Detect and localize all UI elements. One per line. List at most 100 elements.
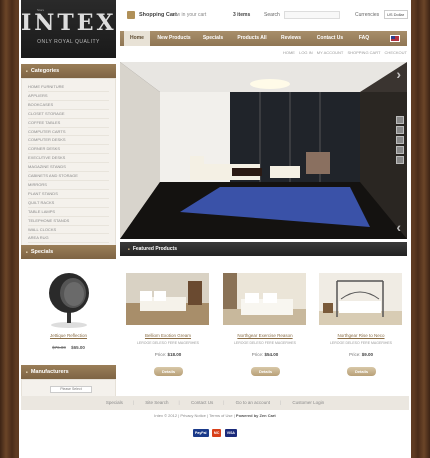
breadcrumb-cart[interactable]: SHOPPING CART	[347, 50, 380, 55]
product-image[interactable]	[126, 273, 209, 325]
category-link[interactable]: AREA RUG	[28, 234, 109, 244]
footer-link-account[interactable]: Go to an account	[236, 400, 270, 405]
category-link[interactable]: PLANT STANDS	[28, 190, 109, 199]
product-price: Price: $54.00	[217, 352, 313, 357]
paypal-icon: PayPal	[193, 429, 209, 437]
nav-products-all[interactable]: Products All	[232, 31, 272, 46]
nav-reviews[interactable]: Reviews	[276, 31, 306, 46]
footer-separator: |	[223, 400, 225, 405]
product-name[interactable]: Northgear Rise to Neco	[313, 333, 409, 338]
category-link[interactable]: CABINETS AND STORAGE	[28, 172, 109, 181]
page: Stors INTEX ONLY ROYAL QUALITY Shopping …	[19, 0, 411, 458]
special-product-price: $76.00 $65.00	[21, 345, 116, 350]
footer-link-site-search[interactable]: Site Search	[145, 400, 168, 405]
category-link[interactable]: BOOKCASES	[28, 101, 109, 110]
powered-by-link[interactable]: Powered by Zen Cart	[236, 413, 276, 418]
breadcrumb-home[interactable]: HOME	[283, 50, 295, 55]
manufacturers-select[interactable]: Please Select	[50, 386, 92, 393]
cart-count[interactable]: 3 items	[233, 12, 250, 18]
hero-slider[interactable]: › ‹	[120, 62, 407, 239]
slider-thumb[interactable]	[396, 126, 404, 134]
category-link[interactable]: APPLIERS	[28, 92, 109, 101]
nav-new-products[interactable]: New Products	[154, 31, 194, 46]
special-new-price: $65.00	[71, 345, 85, 350]
footer-nav: Specials | Site Search | Contact Us | Go to…	[21, 396, 409, 410]
category-link[interactable]: COFFEE TABLES	[28, 119, 109, 128]
category-link[interactable]: COMPUTER DESKS	[28, 136, 109, 146]
nav-faq[interactable]: FAQ	[354, 31, 374, 46]
featured-heading: Featured Products	[120, 242, 407, 256]
product-description: LEROGE DELESO FERE MAGERIHES	[136, 341, 200, 345]
category-link[interactable]: MAGAZINE STANDS	[28, 163, 109, 173]
details-button[interactable]: Details	[347, 367, 376, 376]
terms-link[interactable]: Terms of Use	[209, 413, 233, 418]
category-link[interactable]: TABLE LAMPS	[28, 208, 109, 217]
category-link[interactable]: EXECUTIVE DESKS	[28, 154, 109, 164]
category-link[interactable]: CLOSET STORAGE	[28, 110, 109, 119]
category-list: HOME FURNITURE APPLIERS BOOKCASES CLOSET ST…	[22, 79, 115, 256]
breadcrumb-login[interactable]: LOG IN	[299, 50, 313, 55]
top-bar: Shopping Cart now in your cart 3 items S…	[116, 0, 411, 31]
special-old-price: $76.00	[52, 345, 66, 350]
slider-thumb[interactable]	[396, 136, 404, 144]
logo-title: INTEX	[21, 10, 117, 36]
category-link[interactable]: COMPUTER CARTS	[28, 128, 109, 137]
category-link[interactable]: TELEPHONE STANDS	[28, 217, 109, 226]
slider-thumbnails	[396, 116, 404, 166]
special-product-name[interactable]: Jettique Reflection	[21, 333, 116, 338]
slider-thumb[interactable]	[396, 156, 404, 164]
price-value: $18.00	[167, 352, 182, 357]
category-link[interactable]: WALL CLOCKS	[28, 226, 109, 235]
product-card[interactable]: Northgear Rise to Neco LEROGE DELESO FER…	[313, 269, 409, 379]
product-description: LEROGE DELESO FERE MAGERIHES	[233, 341, 297, 345]
product-image[interactable]	[223, 273, 306, 325]
sidebar: Categories HOME FURNITUREAPPLIERSBOOKCAS…	[21, 64, 116, 258]
copyright-text: Intex © 2012	[154, 413, 178, 418]
details-button[interactable]: Details	[154, 367, 183, 376]
product-description: LEROGE DELESO FERE MAGERIHES	[329, 341, 393, 345]
slider-next-top-icon[interactable]: ›	[396, 66, 401, 82]
slider-thumb[interactable]	[396, 116, 404, 124]
product-name[interactable]: Northgear Exercise Reason	[217, 333, 313, 338]
category-link[interactable]: HOME FURNITURE	[28, 83, 109, 92]
category-link[interactable]: QUILT RACKS	[28, 199, 109, 208]
specials-section: Specials	[21, 245, 116, 259]
footer-link-specials[interactable]: Specials	[106, 400, 123, 405]
price-label: Price:	[348, 352, 361, 357]
category-link[interactable]: MIRRORS	[28, 181, 109, 190]
visa-icon: VISA	[224, 429, 237, 437]
privacy-link[interactable]: Privacy Notice	[180, 413, 206, 418]
currency-select[interactable]: US Dollar	[384, 10, 408, 19]
nav-contact-us[interactable]: Contact Us	[310, 31, 350, 46]
nav-home[interactable]: Home	[124, 31, 150, 46]
footer-link-contact[interactable]: Contact Us	[191, 400, 213, 405]
nav-specials[interactable]: Specials	[198, 31, 228, 46]
manufacturers-heading: Manufacturers	[21, 365, 116, 379]
product-price: Price: $18.00	[120, 352, 216, 357]
details-button[interactable]: Details	[251, 367, 280, 376]
hero-image	[120, 62, 407, 239]
special-product-image[interactable]	[21, 259, 116, 329]
category-link[interactable]: CORNER DESKS	[28, 145, 109, 155]
special-product[interactable]: Jettique Reflection $76.00 $65.00	[21, 259, 116, 359]
cart-icon[interactable]	[127, 11, 135, 19]
main-nav: Home New Products Specials Products All …	[120, 31, 407, 46]
slider-thumb[interactable]	[396, 146, 404, 154]
language-flag-icon[interactable]	[390, 35, 400, 42]
product-image[interactable]	[319, 273, 402, 325]
footer-separator: |	[178, 400, 180, 405]
logo[interactable]: Stors INTEX ONLY ROYAL QUALITY	[21, 0, 116, 58]
price-label: Price:	[154, 352, 167, 357]
product-name[interactable]: Belliom Exotion Gream	[120, 333, 216, 338]
product-price: Price: $9.00	[313, 352, 409, 357]
slider-prev-icon[interactable]: ‹	[396, 219, 401, 235]
footer-separator: |	[279, 400, 282, 405]
search-input[interactable]	[284, 11, 340, 19]
breadcrumb-checkout[interactable]: CHECKOUT	[385, 50, 407, 55]
product-card[interactable]: Northgear Exercise Reason LEROGE DELESO …	[217, 269, 313, 379]
footer-link-login[interactable]: Customer Login	[292, 400, 324, 405]
currency-label: Currencies	[355, 12, 380, 18]
breadcrumb-account[interactable]: MY ACCOUNT	[317, 50, 344, 55]
price-value: $54.00	[264, 352, 279, 357]
product-card[interactable]: Belliom Exotion Gream LEROGE DELESO FERE…	[120, 269, 216, 379]
